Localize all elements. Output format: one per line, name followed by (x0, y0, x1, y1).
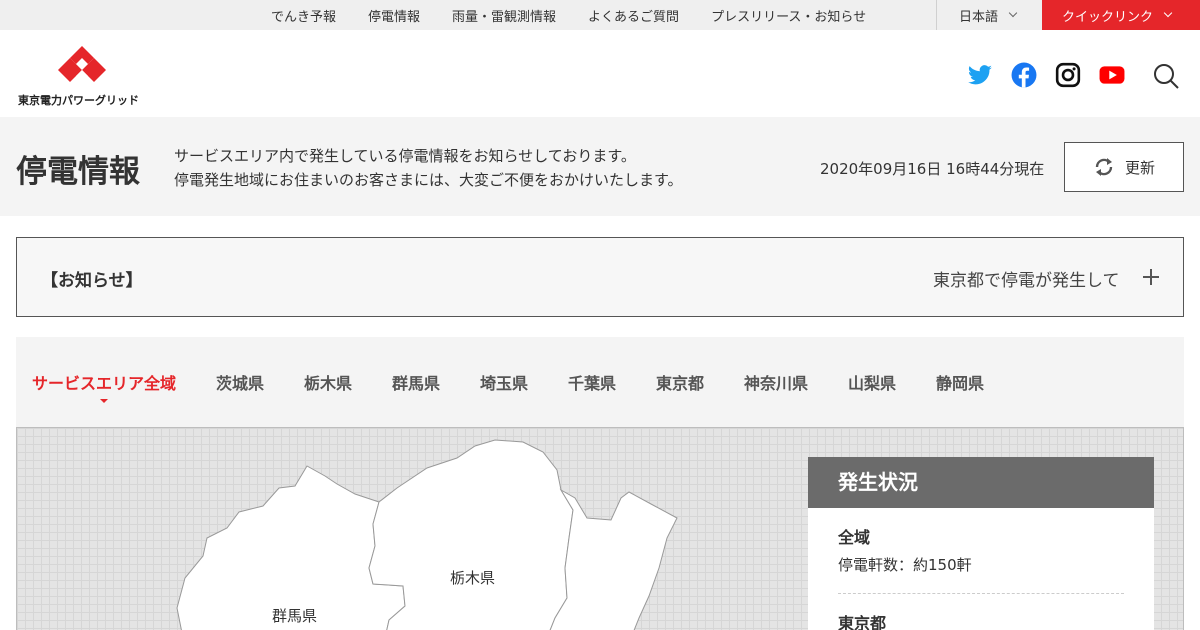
refresh-button[interactable]: 更新 (1064, 142, 1184, 192)
tab-shizuoka[interactable]: 静岡県 (936, 370, 984, 394)
description-line: サービスエリア内で発生している停電情報をお知らせしております。 (174, 147, 636, 165)
util-link-press[interactable]: プレスリリース・お知らせ (695, 6, 882, 25)
logo[interactable]: 東京電力パワーグリッド (18, 44, 148, 108)
tab-yamanashi[interactable]: 山梨県 (848, 370, 896, 394)
tab-service-area[interactable]: サービスエリア全域 (32, 370, 176, 394)
utility-nav: でんき予報 停電情報 雨量・雷観測情報 よくあるご質問 プレスリリース・お知らせ (255, 0, 882, 30)
tab-chiba[interactable]: 千葉県 (568, 370, 616, 394)
tab-gunma[interactable]: 群馬県 (392, 370, 440, 394)
quick-link-button[interactable]: クイックリンク (1042, 0, 1200, 30)
quick-link-label: クイックリンク (1062, 9, 1154, 25)
map-label-tochigi: 栃木県 (450, 569, 496, 587)
status-region-name[interactable]: 東京都 (838, 610, 1124, 630)
plus-icon (1143, 269, 1159, 285)
status-panel-body: 全域 停電軒数：約150軒 東京都 (808, 508, 1154, 630)
tab-ibaraki[interactable]: 茨城県 (216, 370, 264, 394)
refresh-icon (1095, 158, 1113, 176)
description-line: 停電発生地域にお住まいのお客さまには、大変ご不便をおかけいたします。 (174, 171, 683, 189)
logo-text: 東京電力パワーグリッド (18, 94, 139, 107)
utility-bar: でんき予報 停電情報 雨量・雷観測情報 よくあるご質問 プレスリリース・お知らせ… (0, 0, 1200, 30)
tab-tochigi[interactable]: 栃木県 (304, 370, 352, 394)
youtube-icon[interactable] (1099, 62, 1125, 88)
status-region-count: 停電軒数：約150軒 (838, 556, 972, 574)
prefecture-tabs: サービスエリア全域 茨城県 栃木県 群馬県 埼玉県 千葉県 東京都 神奈川県 山… (16, 337, 1184, 427)
chevron-down-icon (1163, 8, 1173, 18)
tab-kanagawa[interactable]: 神奈川県 (744, 370, 808, 394)
language-selector[interactable]: 日本語 (936, 0, 1042, 30)
twitter-icon[interactable] (967, 62, 993, 88)
page-description: サービスエリア内で発生している停電情報をお知らせしております。 停電発生地域にお… (174, 144, 683, 192)
page-title: 停電情報 (16, 154, 140, 190)
status-panel-title: 発生状況 (808, 457, 1154, 508)
as-of-timestamp: 2020年09月16日 16時44分現在 (820, 160, 1045, 178)
notice-label: 【お知らせ】 (41, 271, 143, 291)
util-link-teiden[interactable]: 停電情報 (352, 6, 436, 25)
util-link-faq[interactable]: よくあるご質問 (572, 6, 695, 25)
language-label: 日本語 (959, 9, 999, 25)
notice-text: 東京都で停電が発生して (933, 271, 1120, 291)
status-panel: 発生状況 全域 停電軒数：約150軒 東京都 (808, 457, 1154, 630)
active-tab-caret-icon (100, 399, 108, 403)
map-label-gunma: 群馬県 (272, 607, 318, 625)
refresh-label: 更新 (1124, 158, 1155, 177)
search-icon[interactable] (1152, 62, 1180, 90)
util-link-denki-yoho[interactable]: でんき予報 (255, 6, 352, 25)
divider (838, 593, 1124, 594)
instagram-icon[interactable] (1055, 62, 1081, 88)
notice-accordion[interactable]: 【お知らせ】 東京都で停電が発生して (16, 237, 1184, 317)
chevron-down-icon (1008, 8, 1018, 18)
tab-saitama[interactable]: 埼玉県 (480, 370, 528, 394)
facebook-icon[interactable] (1011, 62, 1037, 88)
status-region-name[interactable]: 全域 (838, 524, 1124, 548)
tab-tokyo[interactable]: 東京都 (656, 370, 704, 394)
util-link-rain-lightning[interactable]: 雨量・雷観測情報 (436, 6, 572, 25)
logo-mark-icon (58, 46, 106, 82)
